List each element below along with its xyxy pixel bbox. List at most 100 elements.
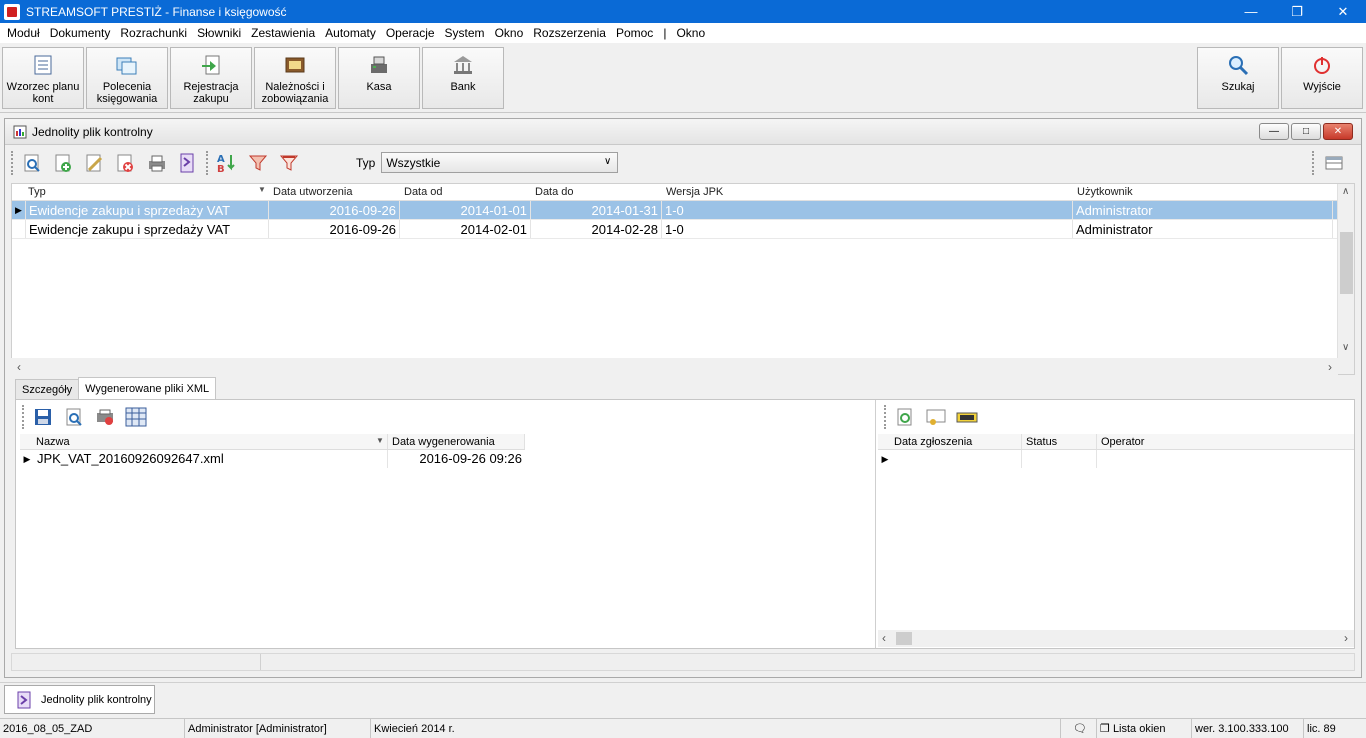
tab-szczegoly[interactable]: Szczegóły — [15, 379, 80, 399]
typ-select-value: Wszystkie — [386, 155, 441, 170]
menu-dokumenty[interactable]: Dokumenty — [45, 23, 116, 43]
xml-toolbar-grip[interactable] — [22, 405, 25, 429]
status-bar: 2016_08_05_ZAD Administrator [Administra… — [0, 718, 1366, 738]
toolbar-grip-2[interactable] — [206, 150, 209, 175]
xml-panel: Nazwa Data wygenerowania ▼ ▶ JPK_VAT_201… — [15, 399, 1355, 649]
menu-operacje[interactable]: Operacje — [381, 23, 440, 43]
report-scroll-left-icon[interactable]: ‹ — [882, 631, 886, 645]
table-row[interactable]: Ewidencje zakupu i sprzedaży VAT 2016-09… — [12, 220, 1354, 239]
power-icon — [1310, 53, 1334, 77]
col-data-do[interactable]: Data do — [532, 184, 663, 200]
refresh-status-icon[interactable] — [893, 405, 917, 429]
save-icon[interactable] — [31, 405, 55, 429]
col-data-wygenerowania[interactable]: Data wygenerowania — [388, 434, 525, 449]
layout-icon[interactable] — [1322, 151, 1346, 175]
menu-okno-2[interactable]: Okno — [671, 23, 710, 43]
scroll-down-icon[interactable]: ∨ — [1342, 342, 1349, 353]
close-button[interactable]: ✕ — [1320, 0, 1366, 23]
report-horizontal-scrollbar[interactable]: ‹ › — [878, 630, 1354, 647]
upo-icon[interactable] — [955, 405, 979, 429]
receivables-icon — [283, 53, 307, 77]
chart-of-accounts-button[interactable]: Wzorzec planu kont — [2, 47, 84, 109]
taskbar-item-jpk[interactable]: Jednolity plik kontrolny — [4, 685, 155, 714]
child-restore-button[interactable]: □ — [1291, 123, 1321, 140]
calendar-grid-icon[interactable] — [124, 405, 148, 429]
col-wersja-jpk[interactable]: Wersja JPK — [663, 184, 1074, 200]
table-row[interactable]: ▶ Ewidencje zakupu i sprzedaży VAT 2016-… — [12, 201, 1354, 220]
posting-orders-icon — [115, 53, 139, 77]
add-icon[interactable] — [51, 151, 75, 175]
menu-system[interactable]: System — [440, 23, 490, 43]
col-operator[interactable]: Operator — [1097, 434, 1354, 449]
jpk-generate-icon[interactable] — [175, 151, 199, 175]
menu-rozrachunki[interactable]: Rozrachunki — [115, 23, 192, 43]
col-data-zgloszenia[interactable]: Data zgłoszenia — [878, 434, 1022, 449]
sort-az-icon[interactable]: AB — [215, 151, 239, 175]
table-row[interactable]: ▶ JPK_VAT_20160926092647.xml 2016-09-26 … — [20, 450, 875, 468]
filter-clear-icon[interactable] — [277, 151, 301, 175]
report-scroll-right-icon[interactable]: › — [1344, 631, 1348, 645]
menu-modul[interactable]: Moduł — [2, 23, 45, 43]
vertical-scrollbar[interactable]: ∧ ∨ — [1337, 184, 1354, 374]
scroll-left-icon[interactable]: ‹ — [17, 360, 21, 374]
posting-orders-button[interactable]: Polecenia księgowania — [86, 47, 168, 109]
menu-automaty[interactable]: Automaty — [320, 23, 381, 43]
jpk-window: Jednolity plik kontrolny — □ ✕ AB Typ Ws… — [4, 118, 1362, 678]
delete-icon[interactable] — [113, 151, 137, 175]
print-icon[interactable] — [144, 151, 168, 175]
window-taskbar: Jednolity plik kontrolny — [0, 682, 1366, 716]
col-nazwa[interactable]: Nazwa — [20, 434, 388, 449]
search-button[interactable]: Szukaj — [1197, 47, 1279, 109]
table-row[interactable]: ▶ — [878, 450, 1354, 468]
purchase-registration-button[interactable]: Rejestracja zakupu — [170, 47, 252, 109]
col-typ[interactable]: Typ — [12, 184, 270, 200]
menu-rozszerzenia[interactable]: Rozszerzenia — [528, 23, 611, 43]
chart-of-accounts-icon — [31, 53, 55, 77]
messages-icon[interactable]: 🗨 — [1061, 719, 1097, 738]
scroll-right-icon[interactable]: › — [1328, 360, 1332, 374]
restore-button[interactable]: ❐ — [1274, 0, 1320, 23]
purchase-registration-icon — [199, 53, 223, 77]
receivables-button[interactable]: Należności i zobowiązania — [254, 47, 336, 109]
toolbar-grip[interactable] — [11, 150, 14, 175]
menu-zestawienia[interactable]: Zestawienia — [246, 23, 320, 43]
report-scrollbar-thumb[interactable] — [896, 632, 912, 645]
title-bar: STREAMSOFT PRESTIŻ - Finanse i księgowoś… — [0, 0, 1366, 23]
col-status[interactable]: Status — [1022, 434, 1097, 449]
filter-icon[interactable] — [246, 151, 270, 175]
col-data-utworzenia[interactable]: Data utworzenia — [270, 184, 401, 200]
report-row-indicator-icon: ▶ — [881, 454, 889, 464]
report-toolbar-grip[interactable] — [884, 405, 887, 429]
exit-button[interactable]: Wyjście — [1281, 47, 1363, 109]
child-close-button[interactable]: ✕ — [1323, 123, 1353, 140]
xml-send-icon[interactable] — [93, 405, 117, 429]
toolbar-grip-right[interactable] — [1312, 151, 1315, 175]
scrollbar-thumb[interactable] — [1340, 232, 1353, 294]
minimize-button[interactable]: — — [1228, 0, 1274, 23]
cash-button[interactable]: Kasa — [338, 47, 420, 109]
menu-okno[interactable]: Okno — [490, 23, 529, 43]
child-minimize-button[interactable]: — — [1259, 123, 1289, 140]
typ-select[interactable]: Wszystkie ∨ — [381, 152, 619, 173]
window-list-button[interactable]: ❐ Lista okien — [1097, 719, 1192, 738]
scroll-up-icon[interactable]: ∧ — [1342, 186, 1349, 197]
jpk-toolbar: AB Typ Wszystkie ∨ — [5, 145, 1361, 180]
xml-sort-indicator-icon: ▼ — [376, 436, 384, 445]
bank-button[interactable]: Bank — [422, 47, 504, 109]
status-database: 2016_08_05_ZAD — [0, 719, 185, 738]
horizontal-scrollbar[interactable]: ‹ › — [11, 358, 1338, 375]
sort-indicator-icon: ▼ — [258, 185, 266, 194]
svg-text:B: B — [217, 164, 225, 174]
xml-preview-icon[interactable] — [62, 405, 86, 429]
bank-icon — [451, 53, 475, 77]
certificate-icon[interactable] — [924, 405, 948, 429]
window-title: STREAMSOFT PRESTIŻ - Finanse i księgowoś… — [26, 4, 287, 19]
preview-icon[interactable] — [20, 151, 44, 175]
col-data-od[interactable]: Data od — [401, 184, 532, 200]
tab-wygenerowane-pliki-xml[interactable]: Wygenerowane pliki XML — [78, 377, 217, 399]
col-uzytkownik[interactable]: Użytkownik — [1074, 184, 1334, 200]
menu-pomoc[interactable]: Pomoc — [611, 23, 658, 43]
app-icon — [4, 3, 20, 20]
menu-slowniki[interactable]: Słowniki — [192, 23, 246, 43]
edit-icon[interactable] — [82, 151, 106, 175]
